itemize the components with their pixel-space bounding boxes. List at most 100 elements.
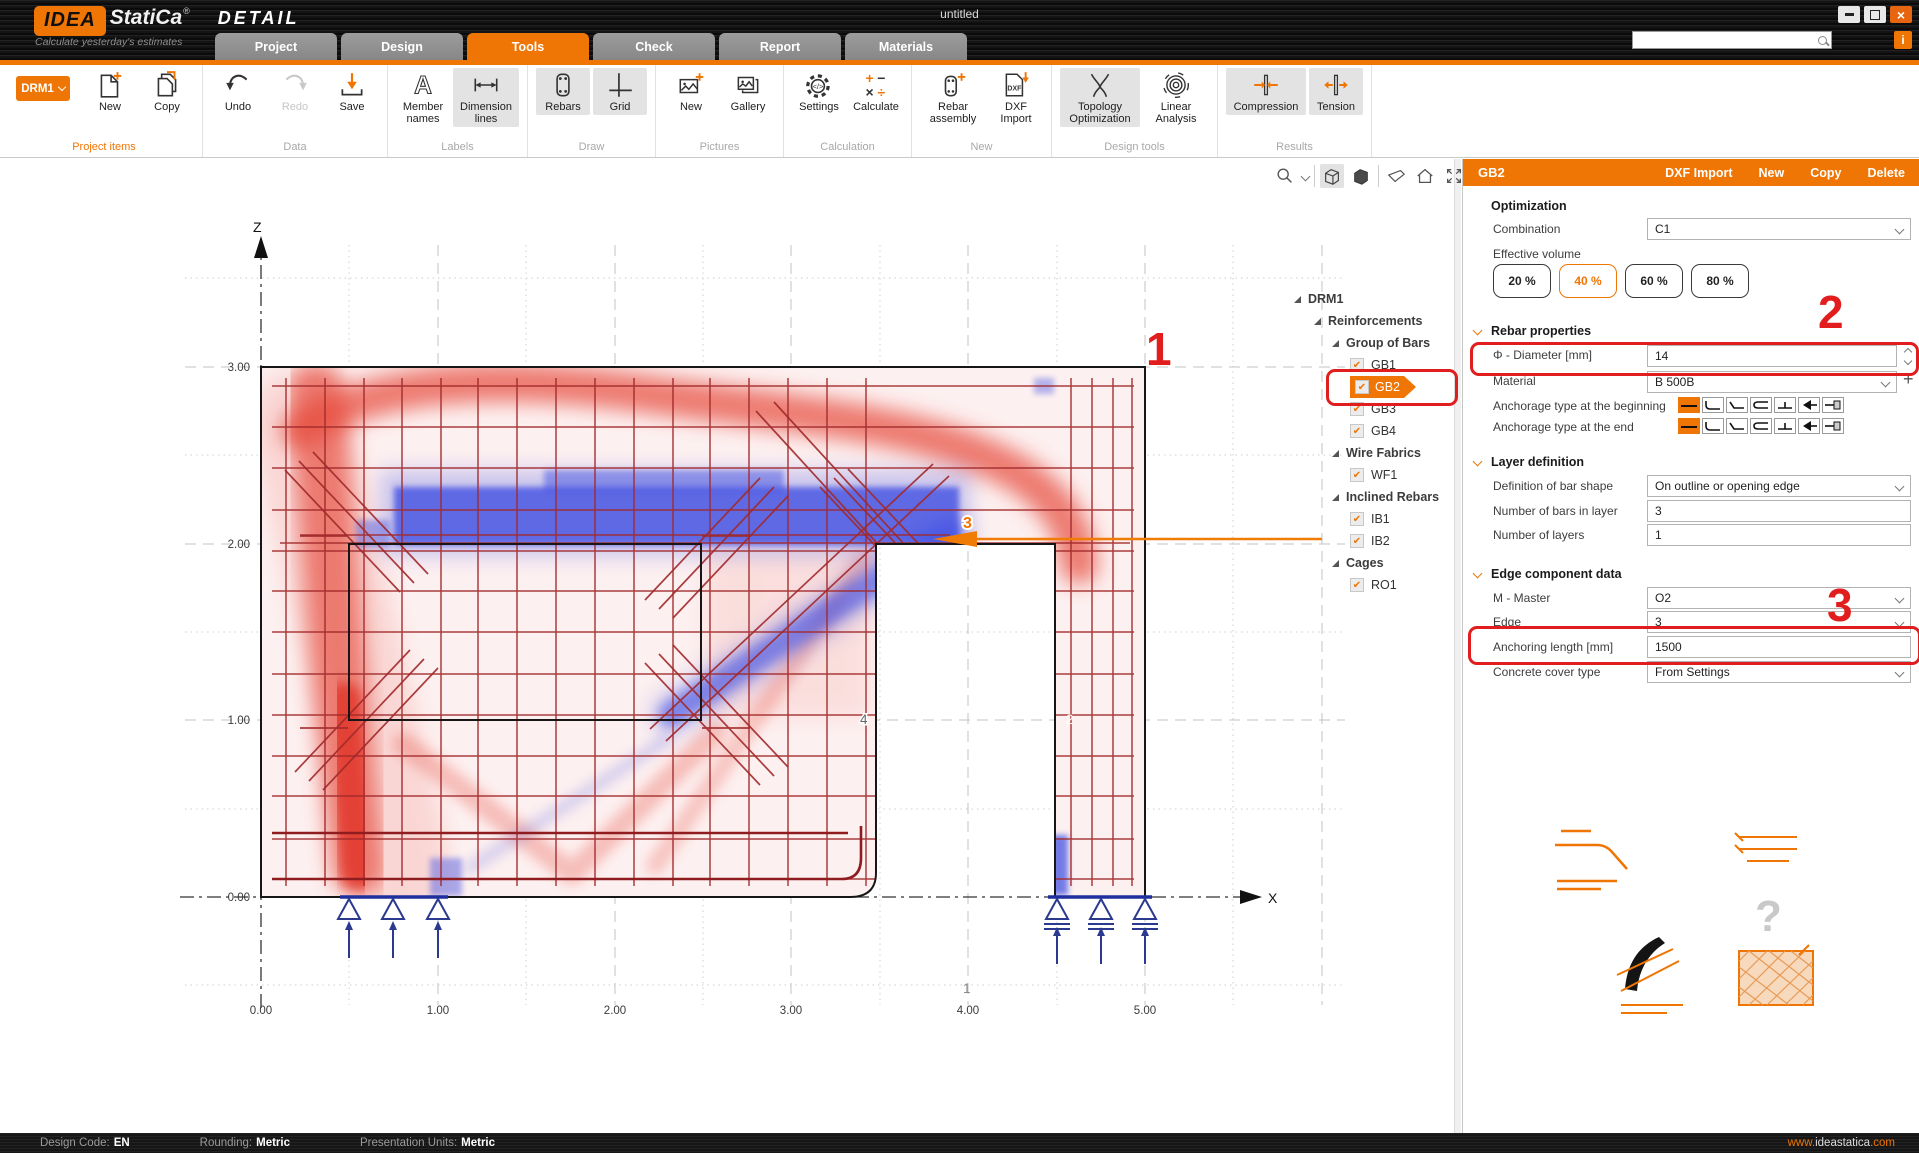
expand-triangle-icon[interactable] xyxy=(1332,450,1339,457)
website-link[interactable]: www.ideastatica.com xyxy=(1788,1137,1895,1149)
bar-shape-label: Definition of bar shape xyxy=(1493,479,1613,493)
tab-materials[interactable]: Materials xyxy=(845,33,967,60)
volume-20-button[interactable]: 20 % xyxy=(1493,264,1551,298)
annotation-step-3: 3 xyxy=(1827,582,1853,628)
expand-triangle-icon[interactable] xyxy=(1314,318,1321,325)
solid-view-button[interactable] xyxy=(1349,164,1373,188)
tab-report[interactable]: Report xyxy=(719,33,841,60)
anchorage-head-button[interactable] xyxy=(1798,397,1820,413)
tab-check[interactable]: Check xyxy=(593,33,715,60)
anchorage-hook-90-button[interactable] xyxy=(1702,418,1724,434)
z-tick: 2.00 xyxy=(228,539,250,551)
chevron-down-icon xyxy=(1895,224,1905,234)
tree-item-wf1[interactable]: ✔WF1 xyxy=(1282,464,1454,486)
chevron-down-icon xyxy=(1881,377,1891,387)
idea-statica-detail-window: Z X xyxy=(0,0,1919,1153)
anchorage-hook-135-button[interactable] xyxy=(1726,418,1748,434)
tab-tools[interactable]: Tools xyxy=(467,33,589,60)
panel-dxf-import-button[interactable]: DXF Import xyxy=(1665,166,1732,180)
tab-project[interactable]: Project xyxy=(215,33,337,60)
z-tick: 1.00 xyxy=(228,715,250,727)
volume-40-button[interactable]: 40 % xyxy=(1559,264,1617,298)
chevron-down-icon xyxy=(1895,481,1905,491)
edge-number-labels: 4 2 1 xyxy=(860,712,1074,996)
tree-item-ib1[interactable]: ✔IB1 xyxy=(1282,508,1454,530)
anchorage-straight-button[interactable] xyxy=(1678,418,1700,434)
expand-triangle-icon[interactable] xyxy=(1332,560,1339,567)
section-chevron-icon[interactable] xyxy=(1473,457,1483,467)
annotation-box-diameter xyxy=(1470,342,1919,376)
checkbox-checked[interactable]: ✔ xyxy=(1350,512,1364,526)
section-edge-component: Edge component data xyxy=(1491,567,1622,581)
tree-item-wire-fabrics[interactable]: Wire Fabrics xyxy=(1282,442,1454,464)
anchorage-hook-90-button[interactable] xyxy=(1702,397,1724,413)
checkbox-checked[interactable]: ✔ xyxy=(1350,468,1364,482)
layers-illustration xyxy=(1735,833,1797,861)
section-layer-definition: Layer definition xyxy=(1491,455,1584,469)
panel-header: GB2 DXF Import New Copy Delete xyxy=(1463,159,1919,186)
bars-in-layer-label: Number of bars in layer xyxy=(1493,504,1618,518)
checkbox-checked[interactable]: ✔ xyxy=(1350,424,1364,438)
anchorage-foot-button[interactable] xyxy=(1774,397,1796,413)
home-view-button[interactable] xyxy=(1413,164,1437,188)
tab-design[interactable]: Design xyxy=(341,33,463,60)
anchorage-head-button[interactable] xyxy=(1798,418,1820,434)
section-chevron-icon[interactable] xyxy=(1473,569,1483,579)
cover-illustration xyxy=(1739,945,1813,1005)
anchorage-foot-button[interactable] xyxy=(1774,418,1796,434)
tree-item-inclined-rebars[interactable]: Inclined Rebars xyxy=(1282,486,1454,508)
reinforcement-tree: DRM1 Reinforcements Group of Bars ✔GB1 ✔… xyxy=(1282,288,1454,596)
master-select[interactable]: O2 xyxy=(1647,587,1911,609)
anchorage-end-label: Anchorage type at the end xyxy=(1493,420,1634,434)
panel-delete-button[interactable]: Delete xyxy=(1867,166,1905,180)
section-chevron-icon[interactable] xyxy=(1473,326,1483,336)
design-code: Design Code:EN xyxy=(40,1137,130,1149)
anchorage-hook-180-button[interactable] xyxy=(1750,397,1772,413)
anchorage-plate-button[interactable] xyxy=(1822,397,1844,413)
zoom-search-button[interactable] xyxy=(1273,164,1297,188)
anchorage-straight-button[interactable] xyxy=(1678,397,1700,413)
tree-item-ro1[interactable]: ✔RO1 xyxy=(1282,574,1454,596)
checkbox-checked[interactable]: ✔ xyxy=(1350,578,1364,592)
panel-copy-button[interactable]: Copy xyxy=(1810,166,1841,180)
bars-in-layer-input[interactable]: 3 xyxy=(1647,500,1911,522)
checkbox-checked[interactable]: ✔ xyxy=(1350,534,1364,548)
volume-60-button[interactable]: 60 % xyxy=(1625,264,1683,298)
fit-view-arrows-icon xyxy=(1444,166,1464,186)
fit-view-button[interactable] xyxy=(1442,164,1466,188)
tree-item-cages[interactable]: Cages xyxy=(1282,552,1454,574)
ribbon-tabs: Project Design Tools Check Report Materi… xyxy=(215,33,967,60)
combination-select[interactable]: C1 xyxy=(1647,218,1911,240)
x-tick: 0.00 xyxy=(250,1005,272,1017)
clip-view-icon xyxy=(1386,166,1406,186)
tree-item-drm1[interactable]: DRM1 xyxy=(1282,288,1454,310)
section-optimization: Optimization xyxy=(1491,199,1567,213)
expand-triangle-icon[interactable] xyxy=(1332,340,1339,347)
tree-item-gb4[interactable]: ✔GB4 xyxy=(1282,420,1454,442)
tree-item-reinforcements[interactable]: Reinforcements xyxy=(1282,310,1454,332)
x-tick: 3.00 xyxy=(780,1005,802,1017)
chevron-down-icon[interactable] xyxy=(1301,171,1311,181)
anchorage-end-options xyxy=(1678,418,1844,434)
panel-splitter[interactable] xyxy=(1454,159,1461,1133)
panel-new-button[interactable]: New xyxy=(1759,166,1785,180)
clip-view-button[interactable] xyxy=(1384,164,1408,188)
toolbar-separator xyxy=(1378,165,1379,187)
expand-triangle-icon[interactable] xyxy=(1332,494,1339,501)
z-tick: 0.00 xyxy=(228,892,250,904)
tree-item-ib2[interactable]: ✔IB2 xyxy=(1282,530,1454,552)
anchorage-hook-135-button[interactable] xyxy=(1726,397,1748,413)
rounding: Rounding:Metric xyxy=(200,1137,290,1149)
tree-item-group-of-bars[interactable]: Group of Bars xyxy=(1282,332,1454,354)
z-axis-label: Z xyxy=(253,219,262,235)
volume-80-button[interactable]: 80 % xyxy=(1691,264,1749,298)
number-of-layers-input[interactable]: 1 xyxy=(1647,524,1911,546)
wireframe-view-button[interactable] xyxy=(1320,164,1344,188)
wireframe-cube-icon xyxy=(1322,166,1342,186)
presentation-units: Presentation Units:Metric xyxy=(360,1137,495,1149)
x-tick: 4.00 xyxy=(957,1005,979,1017)
anchorage-plate-button[interactable] xyxy=(1822,418,1844,434)
bar-shape-select[interactable]: On outline or opening edge xyxy=(1647,475,1911,497)
expand-triangle-icon[interactable] xyxy=(1294,296,1301,303)
anchorage-hook-180-button[interactable] xyxy=(1750,418,1772,434)
